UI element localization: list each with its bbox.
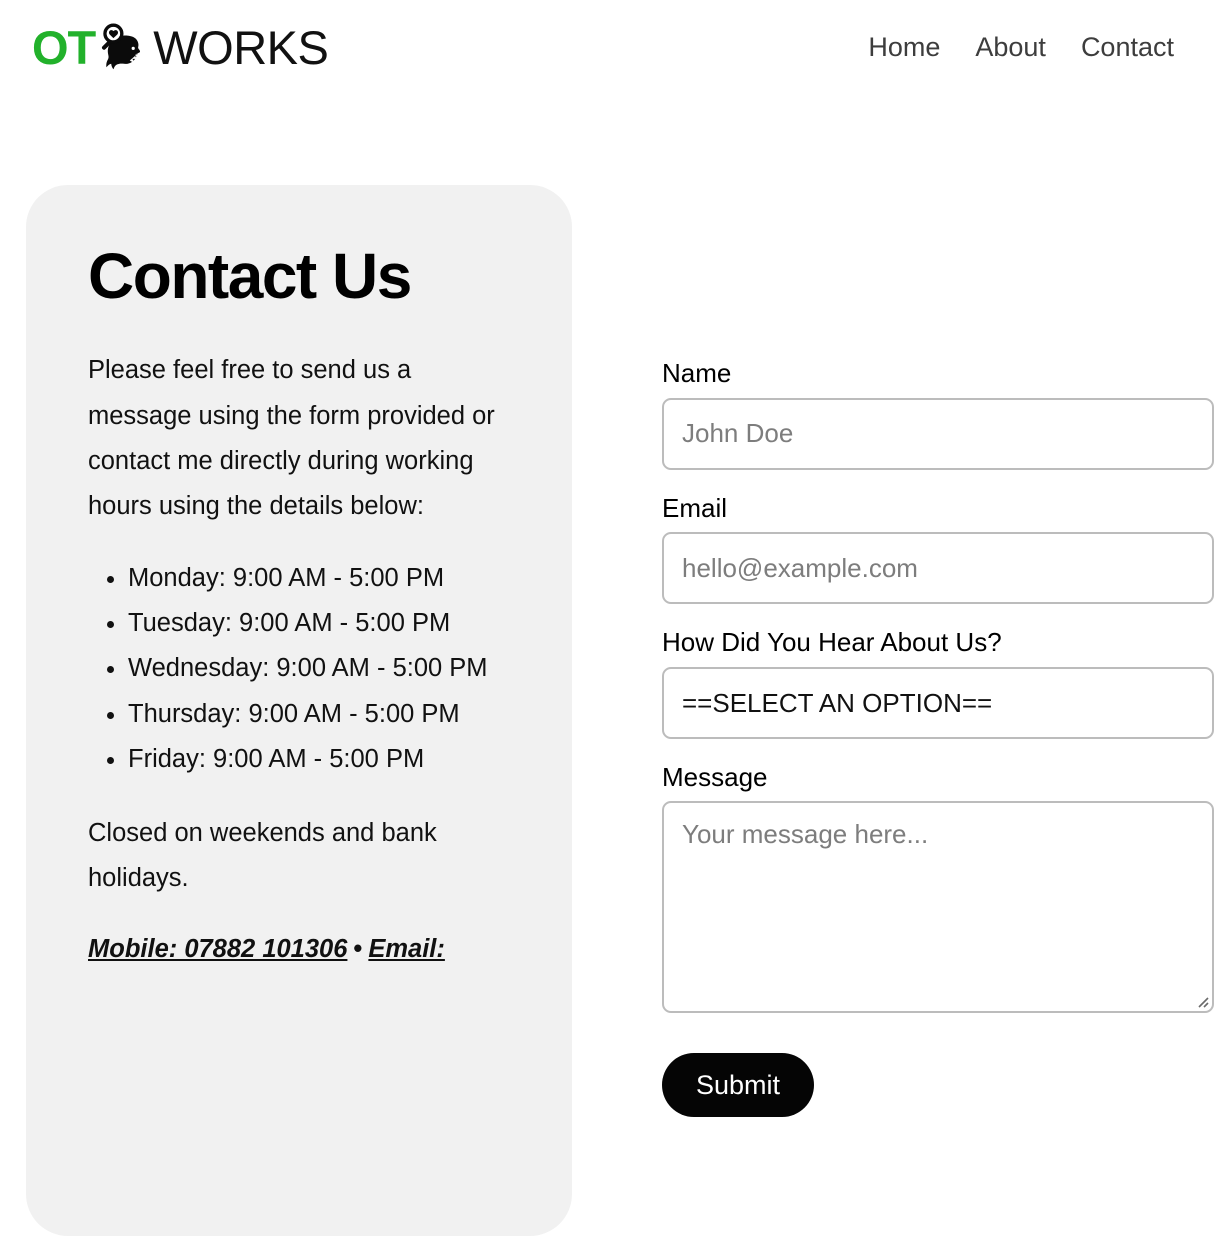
source-label: How Did You Hear About Us? (662, 627, 1002, 657)
nav-link-about[interactable]: About (975, 34, 1046, 61)
mobile-phone-link[interactable]: Mobile: 07882 101306 (88, 935, 347, 963)
email-input[interactable] (662, 532, 1214, 604)
brand-works-text: WORKS (153, 21, 329, 74)
brand-ot-text: OT (32, 21, 96, 74)
list-item: Friday: 9:00 AM - 5:00 PM (128, 737, 512, 782)
name-field-group: Name (662, 357, 1214, 470)
email-field-group: Email (662, 492, 1214, 604)
intro-paragraph: Please feel free to send us a message us… (88, 356, 495, 521)
message-textarea[interactable] (662, 801, 1214, 1013)
source-select[interactable]: ==SELECT AN OPTION== (662, 666, 1214, 739)
list-item: Tuesday: 9:00 AM - 5:00 PM (128, 601, 512, 646)
site-header: OT WORKS Home About Contact (0, 0, 1226, 95)
page-title: Contact Us (88, 240, 412, 312)
contact-form: Name Email How Did You Hear About Us? ==… (662, 357, 1214, 1117)
list-item: Thursday: 9:00 AM - 5:00 PM (128, 692, 512, 737)
name-input[interactable] (662, 397, 1214, 470)
bullet-separator-icon: • (353, 935, 363, 964)
name-label: Name (662, 358, 732, 388)
message-label: Message (662, 761, 768, 792)
direct-contact-line: Mobile: 07882 101306 • Email: (88, 927, 512, 972)
source-field-group: How Did You Hear About Us? ==SELECT AN O… (662, 626, 1214, 739)
head-magnifier-heart-icon (93, 20, 151, 78)
email-link[interactable]: Email: (368, 935, 445, 963)
nav-link-home[interactable]: Home (868, 34, 940, 61)
nav-link-contact[interactable]: Contact (1081, 34, 1174, 61)
email-label: Email (662, 492, 728, 523)
submit-button[interactable]: Submit (662, 1053, 815, 1117)
message-field-group: Message (662, 761, 1214, 1013)
page-content: Contact Us Please feel free to send us a… (0, 95, 1226, 1236)
list-item: Wednesday: 9:00 AM - 5:00 PM (128, 646, 512, 691)
opening-hours-list: Monday: 9:00 AM - 5:00 PM Tuesday: 9:00 … (88, 556, 512, 783)
closed-note: Closed on weekends and bank holidays. (88, 818, 437, 892)
brand-logo[interactable]: OT WORKS (32, 19, 329, 78)
contact-info-card: Contact Us Please feel free to send us a… (26, 185, 572, 1236)
main-navigation: Home About Contact (868, 34, 1174, 61)
list-item: Monday: 9:00 AM - 5:00 PM (128, 556, 512, 601)
